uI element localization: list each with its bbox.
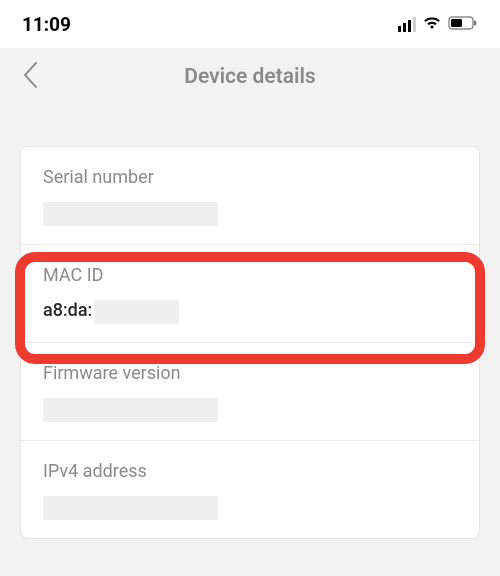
- status-time: 11:09: [22, 13, 71, 36]
- serial-number-value-redacted: [43, 202, 218, 226]
- details-card: Serial number MAC ID a8:da: Firmware ver…: [20, 146, 480, 539]
- row-firmware-version: Firmware version: [21, 343, 479, 441]
- page-title: Device details: [184, 65, 315, 89]
- row-mac-id: MAC ID a8:da:: [21, 245, 479, 343]
- status-bar: 11:09: [0, 0, 500, 48]
- content-area: Serial number MAC ID a8:da: Firmware ver…: [0, 106, 500, 539]
- ipv4-address-label: IPv4 address: [43, 461, 457, 482]
- ipv4-address-value-redacted: [43, 496, 218, 520]
- firmware-version-label: Firmware version: [43, 363, 457, 384]
- battery-icon: [448, 15, 478, 34]
- firmware-version-value-redacted: [43, 398, 218, 422]
- wifi-icon: [422, 15, 442, 34]
- row-ipv4-address: IPv4 address: [21, 441, 479, 538]
- status-indicators: [398, 15, 478, 34]
- nav-header: Device details: [0, 48, 500, 106]
- mac-id-value-redacted: [94, 300, 179, 324]
- cellular-icon: [398, 17, 416, 32]
- serial-number-label: Serial number: [43, 167, 457, 188]
- row-serial-number: Serial number: [21, 147, 479, 245]
- mac-id-label: MAC ID: [43, 265, 457, 286]
- back-button[interactable]: [22, 61, 38, 93]
- mac-id-value: a8:da:: [43, 300, 92, 321]
